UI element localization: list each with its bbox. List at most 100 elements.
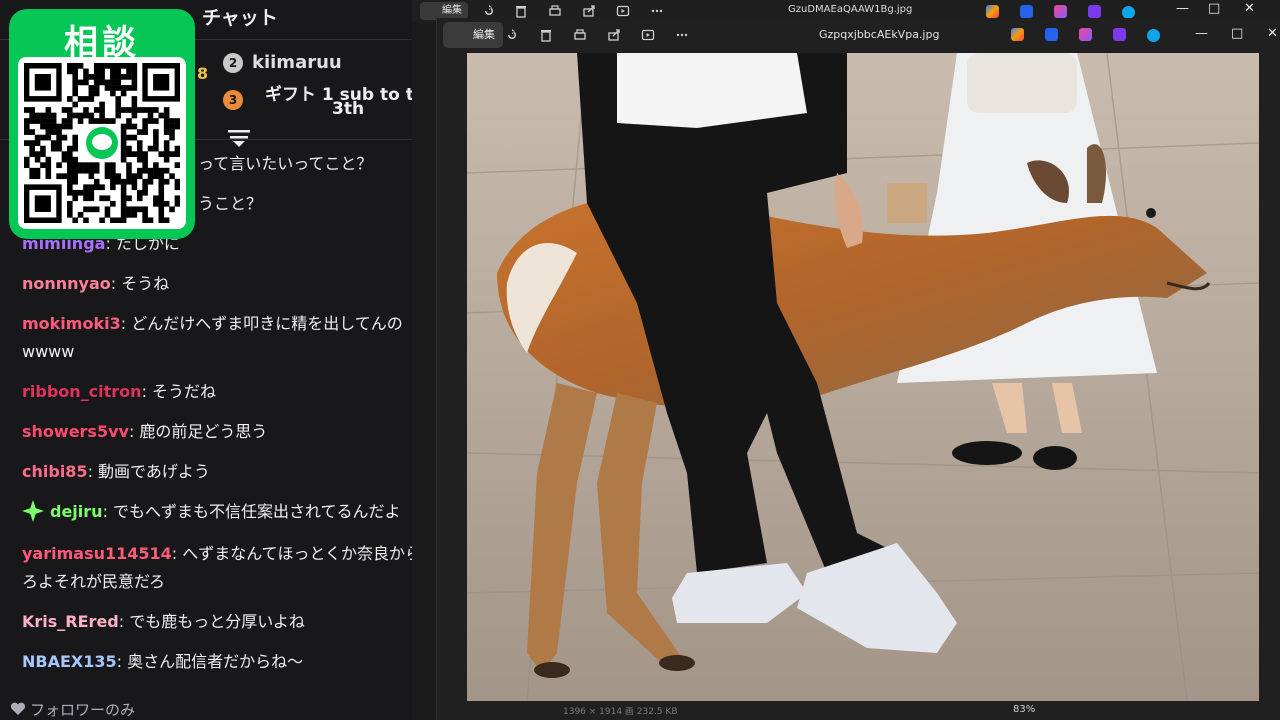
chat-username[interactable]: yarimasu114514 (22, 544, 172, 563)
qr-module (115, 173, 122, 180)
share-icon[interactable] (607, 28, 621, 42)
qr-module (56, 140, 62, 146)
chat-username[interactable]: dejiru (50, 502, 103, 521)
qr-module (153, 107, 159, 113)
slideshow-icon[interactable] (616, 4, 630, 18)
qr-module (83, 195, 89, 202)
paint-icon[interactable] (1079, 28, 1092, 41)
qr-module (104, 118, 111, 124)
qr-module (56, 173, 62, 180)
qr-module (120, 129, 127, 135)
copilot-icon[interactable] (986, 5, 999, 18)
qr-module (126, 74, 132, 80)
qr-module (126, 118, 132, 124)
more-icon[interactable] (675, 28, 689, 42)
rotate-icon[interactable] (505, 28, 519, 42)
clipchamp-icon[interactable] (1088, 5, 1101, 18)
deer-photo[interactable] (467, 53, 1259, 701)
qr-module (110, 63, 116, 69)
qr-module (77, 63, 84, 69)
qr-module (40, 118, 46, 124)
copilot-icon[interactable] (1011, 28, 1024, 41)
chat-username[interactable]: chibi85 (22, 462, 88, 481)
rank-two-badge: 2 (223, 53, 243, 73)
qr-module (72, 79, 78, 86)
chat-text: : でもへずまも不信任案出されてるんだよ (102, 502, 401, 521)
qr-module (34, 156, 41, 163)
maximize-icon[interactable]: □ (1208, 1, 1220, 16)
qr-module (72, 140, 78, 146)
close-icon[interactable]: ✕ (1267, 26, 1278, 41)
paint-icon[interactable] (1054, 5, 1067, 18)
qr-module (93, 167, 100, 174)
onedrive-icon[interactable] (1147, 29, 1160, 42)
qr-module (24, 140, 30, 146)
trash-icon[interactable] (539, 28, 553, 42)
chat-text: : 動画であげよう (87, 462, 210, 481)
rotate-icon[interactable] (482, 4, 496, 18)
qr-module (110, 118, 116, 124)
qr-module (158, 151, 165, 157)
chat-message: ribbon_citron: そうだね (22, 378, 216, 405)
chat-username[interactable]: Kris_REred (22, 612, 119, 631)
qr-module (40, 145, 46, 152)
qr-module (50, 129, 57, 135)
qr-module (147, 167, 154, 174)
chat-username[interactable]: showers5vv (22, 422, 129, 441)
qr-module (67, 200, 73, 207)
qr-module (115, 63, 122, 69)
qr-module (67, 96, 73, 102)
qr-module (163, 156, 170, 163)
qr-module (72, 162, 78, 169)
qr-module (131, 206, 138, 213)
trash-icon[interactable] (514, 4, 528, 18)
qr-module (24, 129, 30, 135)
qr-module (83, 184, 89, 191)
minimize-icon[interactable]: — (1176, 1, 1189, 16)
chat-text: : そうね (110, 274, 170, 293)
print-icon[interactable] (573, 28, 587, 42)
chat-text: : どんだけへずま叩きに精を出してんの (120, 314, 403, 333)
qr-module (83, 217, 89, 223)
qr-module (110, 85, 116, 91)
chat-username[interactable]: ribbon_citron (22, 382, 142, 401)
more-icon[interactable] (650, 4, 664, 18)
qr-module (45, 123, 52, 130)
qr-module (147, 118, 154, 124)
designer-icon[interactable] (1045, 28, 1058, 41)
qr-module (93, 184, 100, 191)
qr-module (136, 167, 143, 174)
qr-module (61, 118, 68, 124)
chat-username[interactable]: mokimoki3 (22, 314, 121, 333)
photo-viewer-front[interactable]: 編集 GzpqxjbbcAEkVpa.jpg — □ ✕ 1396 × 1914… (436, 18, 1280, 720)
qr-module (93, 90, 100, 97)
qr-module (45, 112, 52, 119)
front-edit-button[interactable]: 編集 (443, 22, 503, 48)
share-icon[interactable] (582, 4, 596, 18)
qr-module (61, 107, 68, 113)
qr-module (126, 85, 132, 91)
qr-module (34, 167, 41, 174)
slideshow-icon[interactable] (641, 28, 655, 42)
zoom-level[interactable]: 83% (1013, 704, 1035, 715)
clipchamp-icon[interactable] (1113, 28, 1126, 41)
qr-module (163, 178, 170, 185)
qr-module (153, 118, 159, 124)
close-icon[interactable]: ✕ (1244, 1, 1255, 16)
chat-username[interactable]: nonnnyao (22, 274, 111, 293)
qr-module (126, 173, 132, 180)
qr-module (153, 140, 159, 146)
chat-username[interactable]: NBAEX135 (22, 652, 117, 671)
minimize-icon[interactable]: — (1195, 26, 1208, 41)
qr-module (142, 151, 148, 157)
designer-icon[interactable] (1020, 5, 1033, 18)
chat-text: : でも鹿もっと分厚いよね (118, 612, 305, 631)
qr-module (45, 167, 52, 174)
collapse-icon[interactable] (227, 128, 251, 148)
maximize-icon[interactable]: □ (1231, 26, 1243, 41)
qr-module (147, 145, 154, 152)
qr-module (93, 178, 100, 185)
qr-module (93, 107, 100, 113)
follower-only-mode[interactable]: フォロワーのみ (10, 699, 135, 720)
print-icon[interactable] (548, 4, 562, 18)
